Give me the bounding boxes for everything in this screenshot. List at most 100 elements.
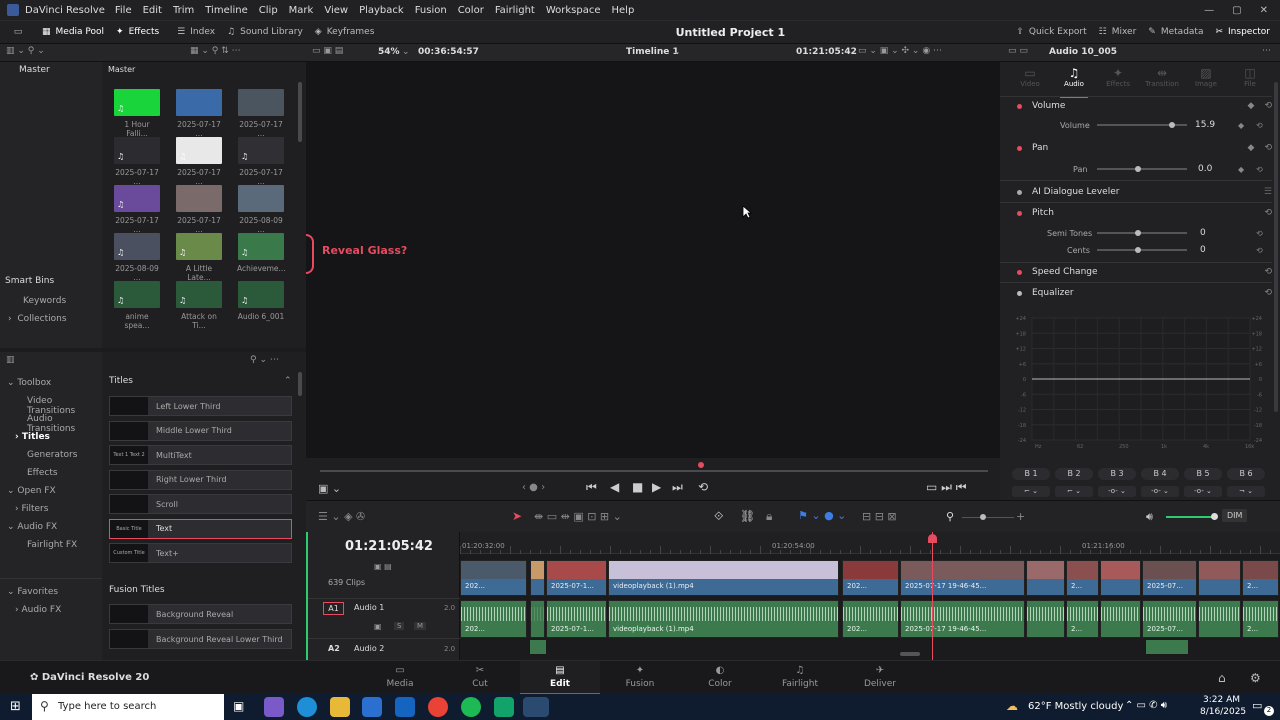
semitones-reset-icon[interactable]: ⟲ <box>1256 229 1263 238</box>
loop-button[interactable]: ⟲ <box>698 480 708 494</box>
title-item[interactable]: Middle Lower Third <box>109 420 292 441</box>
zoom-tools-icon[interactable]: ⊟ ⊟ ⊠ <box>862 510 897 523</box>
audio-clip[interactable]: 2025-07-17 19-46-45... <box>900 600 1025 638</box>
video-clip[interactable] <box>530 560 545 596</box>
inspector-tab-audio[interactable]: ♫ Audio <box>1052 66 1096 98</box>
menu-trim[interactable]: Trim <box>173 5 194 16</box>
menu-timeline[interactable]: Timeline <box>205 5 248 16</box>
playhead-marker[interactable] <box>698 462 704 468</box>
eq-band-button[interactable]: B 1 <box>1012 468 1050 480</box>
menu-fairlight[interactable]: Fairlight <box>495 5 535 16</box>
audio-clip[interactable] <box>1198 600 1241 638</box>
metadata-button[interactable]: ✎ Metadata <box>1142 20 1209 44</box>
media-clip[interactable]: 2025-07-17 ... <box>237 89 285 138</box>
audio-clip[interactable]: 2025-07-1... <box>546 600 607 638</box>
media-clip[interactable]: ♫ Audio 6_001 <box>237 281 285 321</box>
settings-gear-icon[interactable]: ⚙ <box>1250 671 1261 685</box>
panel-toggle-icon[interactable]: ▥ ⌄ ⚲ ⌄ <box>6 46 45 56</box>
keywords-bin[interactable]: Keywords <box>23 296 66 306</box>
title-item[interactable]: Basic Title Text <box>109 518 292 539</box>
file-explorer-icon[interactable] <box>330 697 350 717</box>
playhead-line[interactable] <box>932 532 933 660</box>
play-button[interactable]: ▶ <box>652 480 661 494</box>
audio-clip[interactable]: videoplayback (1).mp4 <box>608 600 839 638</box>
media-clip[interactable]: ♫ 2025-07-17 ... <box>113 137 161 186</box>
inspector-tab-video[interactable]: ▭ Video <box>1008 66 1052 88</box>
minimize-button[interactable]: — <box>1204 5 1214 16</box>
effects-tree-item[interactable]: ⌄ Toolbox <box>7 378 51 388</box>
cents-slider-track[interactable] <box>1097 249 1187 251</box>
media-clip[interactable]: ♫ 2025-07-17 ... <box>237 137 285 186</box>
fusion-title-item[interactable]: Background Reveal Lower Third <box>109 629 292 649</box>
pan-slider-thumb[interactable] <box>1135 166 1141 172</box>
eq-band-shape-dropdown[interactable]: ⌐ ⌄ <box>1012 486 1050 497</box>
go-to-end-button[interactable]: ⏭ <box>672 480 683 495</box>
effects-tree-item[interactable]: Audio Transitions <box>27 414 102 434</box>
eq-band-button[interactable]: B 5 <box>1184 468 1222 480</box>
media-clip[interactable]: 2025-07-17 ... <box>175 89 223 138</box>
eq-band-shape-dropdown[interactable]: ⌐ ⌄ <box>1055 486 1093 497</box>
audio-clip[interactable]: 2... <box>1242 600 1279 638</box>
weather-icon[interactable]: ☁ <box>1006 699 1018 713</box>
davinci-taskbar-icon[interactable] <box>523 697 549 717</box>
store-icon[interactable] <box>362 697 382 717</box>
media-clip[interactable]: ♫ anime spea... <box>113 281 161 330</box>
keyframe-icon[interactable]: ◆ <box>1248 101 1255 111</box>
collections-bin[interactable]: › Collections <box>8 314 67 324</box>
jog-icon[interactable]: ‹ ● › <box>522 482 545 493</box>
media-clip[interactable]: ♫ A Little Late... <box>175 233 223 282</box>
weather-text[interactable]: 62°F Mostly cloudy <box>1028 701 1123 712</box>
media-clip[interactable]: 2025-07-17 ... <box>175 185 223 234</box>
pan-row-reset-icon[interactable]: ⟲ <box>1256 165 1263 174</box>
reset-icon[interactable]: ⟲ <box>1264 101 1272 111</box>
effects-button[interactable]: ✦ Effects <box>110 20 165 44</box>
volume-keyframe-icon[interactable]: ◆ <box>1238 121 1244 130</box>
dim-button[interactable]: DIM <box>1222 509 1248 522</box>
inspector-more-icon[interactable]: ⋯ <box>1262 46 1271 56</box>
monitor-icon[interactable]: ▭ <box>0 20 36 44</box>
page-tab-edit[interactable]: ▤ Edit <box>520 661 600 695</box>
page-tab-color[interactable]: ◐ Color <box>680 661 760 695</box>
menu-playback[interactable]: Playback <box>359 5 404 16</box>
timeline-ruler[interactable]: 01:20:32:00 01:20:54:00 01:21:16:00 <box>460 532 1280 554</box>
maximize-button[interactable]: ▢ <box>1232 5 1241 16</box>
selection-tool-icon[interactable]: ➤ <box>512 509 522 523</box>
app-icon[interactable] <box>494 697 514 717</box>
effects-tree-item[interactable]: › Audio FX <box>15 605 61 615</box>
media-clip[interactable]: ♫ 2025-07-17 ... <box>113 185 161 234</box>
collapse-icon[interactable]: ⌃ <box>284 376 292 386</box>
video-clip[interactable]: 2025-07... <box>1142 560 1197 596</box>
inspector-tab-file[interactable]: ◫ File <box>1228 66 1272 88</box>
speaker-icon[interactable]: 🔊︎ <box>1146 510 1153 524</box>
menu-color[interactable]: Color <box>458 5 484 16</box>
close-window-button[interactable]: ✕ <box>1260 5 1268 16</box>
match-frame-icon[interactable]: ▭ ⏭ ⏮ <box>926 480 967 495</box>
keyframes-button[interactable]: ◈ Keyframes <box>309 20 381 44</box>
eq-band-button[interactable]: B 4 <box>1141 468 1179 480</box>
equalizer-reset-icon[interactable]: ⟲ <box>1264 288 1272 298</box>
effects-tree-item[interactable]: Generators <box>27 450 77 460</box>
tray-icons[interactable]: ⌃ ▭ ✆ 🔊︎ <box>1125 700 1167 711</box>
menu-file[interactable]: File <box>115 5 132 16</box>
windows-start-icon[interactable]: ⊞ <box>10 699 21 714</box>
scrubber-track[interactable] <box>320 470 988 472</box>
title-item[interactable]: Left Lower Third <box>109 396 292 416</box>
audio-2-clip[interactable] <box>1146 640 1188 654</box>
semitones-slider-thumb[interactable] <box>1135 230 1141 236</box>
pan-reset-icon[interactable]: ⟲ <box>1264 143 1272 153</box>
lock-icon[interactable]: 🔒︎ <box>766 509 772 524</box>
effects-tree-item[interactable]: Fairlight FX <box>27 540 77 550</box>
notification-icon[interactable]: ▭ <box>1252 699 1262 712</box>
a2-track-tag[interactable]: A2 <box>328 644 340 653</box>
menu-help[interactable]: Help <box>612 5 635 16</box>
playhead-handle[interactable] <box>928 534 937 543</box>
zoom-slider-track[interactable] <box>962 517 1014 518</box>
inspector-tab-transition[interactable]: ⇹ Transition <box>1140 66 1184 88</box>
semitones-value[interactable]: 0 <box>1200 228 1206 238</box>
eq-band-shape-dropdown[interactable]: -o- ⌄ <box>1184 486 1222 497</box>
effects-tree-item[interactable]: › Titles <box>15 432 50 442</box>
media-clip[interactable]: ♫ Achieveme... <box>237 233 286 273</box>
menu-workspace[interactable]: Workspace <box>546 5 601 16</box>
volume-value[interactable]: 15.9 <box>1195 120 1215 130</box>
eq-band-button[interactable]: B 6 <box>1227 468 1265 480</box>
